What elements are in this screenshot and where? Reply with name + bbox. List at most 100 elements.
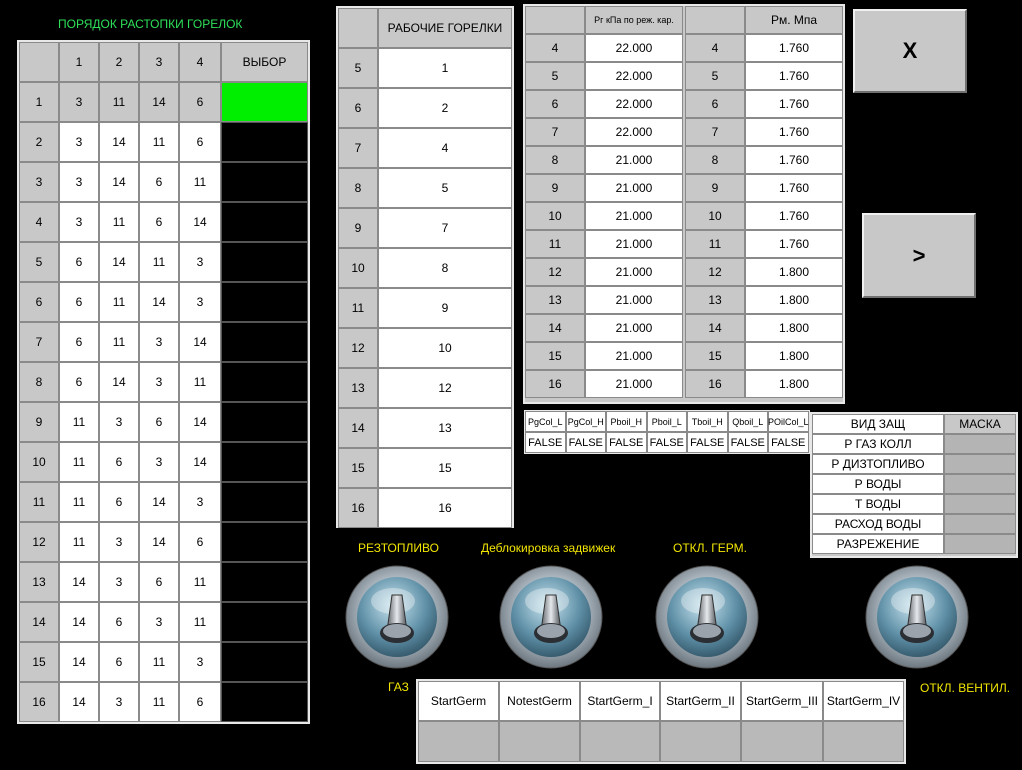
protection-mask-cell[interactable] bbox=[944, 454, 1016, 474]
start-germ-header: NotestGerm bbox=[499, 681, 580, 721]
select-cell-13[interactable] bbox=[221, 562, 308, 602]
firing-order-row-number: 3 bbox=[19, 162, 59, 202]
firing-order-cell: 6 bbox=[59, 242, 99, 282]
pm-value: 1.760 bbox=[745, 174, 843, 202]
pressure-row-number: 15 bbox=[685, 342, 745, 370]
select-cell-2[interactable] bbox=[221, 122, 308, 162]
protection-mask-cell[interactable] bbox=[944, 534, 1016, 554]
working-burners-header: РАБОЧИЕ ГОРЕЛКИ bbox=[378, 8, 512, 48]
pressure-row-number: 8 bbox=[525, 146, 585, 174]
protection-mask-cell[interactable] bbox=[944, 494, 1016, 514]
select-cell-15[interactable] bbox=[221, 642, 308, 682]
pressure-row-number: 14 bbox=[685, 314, 745, 342]
pressure-row-number: 16 bbox=[525, 370, 585, 398]
pressure-row-number: 6 bbox=[525, 90, 585, 118]
protection-type: РАСХОД ВОДЫ bbox=[812, 514, 944, 534]
pg-value: 21.000 bbox=[585, 286, 683, 314]
herm-off-switch[interactable] bbox=[655, 565, 759, 669]
firing-order-cell: 6 bbox=[99, 602, 139, 642]
start-germ-header: StartGerm bbox=[418, 681, 499, 721]
pressure-row-number: 12 bbox=[685, 258, 745, 286]
pressure-row-number: 12 bbox=[525, 258, 585, 286]
reserve-fuel-switch[interactable] bbox=[345, 565, 449, 669]
firing-order-cell: 11 bbox=[139, 642, 179, 682]
firing-order-cell: 11 bbox=[59, 402, 99, 442]
select-cell-6[interactable] bbox=[221, 282, 308, 322]
flag-header: PgCol_L bbox=[525, 411, 566, 432]
pressure-row-number: 8 bbox=[685, 146, 745, 174]
firing-order-cell: 11 bbox=[179, 362, 221, 402]
working-burner-cell: 5 bbox=[378, 168, 512, 208]
firing-order-cell: 3 bbox=[179, 482, 221, 522]
pg-value: 21.000 bbox=[585, 370, 683, 398]
select-cell-11[interactable] bbox=[221, 482, 308, 522]
start-germ-status-cell bbox=[580, 721, 660, 762]
pressure-row-number: 11 bbox=[685, 230, 745, 258]
protection-mask-cell[interactable] bbox=[944, 514, 1016, 534]
protection-type: Р ВОДЫ bbox=[812, 474, 944, 494]
select-cell-10[interactable] bbox=[221, 442, 308, 482]
pm-value: 1.760 bbox=[745, 230, 843, 258]
firing-order-row-number: 13 bbox=[19, 562, 59, 602]
pm-value: 1.800 bbox=[745, 258, 843, 286]
firing-order-col-header: 2 bbox=[99, 42, 139, 82]
firing-order-cell: 11 bbox=[179, 162, 221, 202]
select-cell-8[interactable] bbox=[221, 362, 308, 402]
pg-value: 22.000 bbox=[585, 90, 683, 118]
firing-order-cell: 14 bbox=[59, 642, 99, 682]
protection-mask-header: МАСКА bbox=[944, 414, 1016, 434]
select-cell-14[interactable] bbox=[221, 602, 308, 642]
firing-order-cell: 6 bbox=[59, 362, 99, 402]
firing-order-cell: 6 bbox=[179, 682, 221, 722]
select-cell-12[interactable] bbox=[221, 522, 308, 562]
select-cell-5[interactable] bbox=[221, 242, 308, 282]
next-button[interactable]: > bbox=[862, 213, 976, 298]
select-cell-3[interactable] bbox=[221, 162, 308, 202]
firing-order-cell: 3 bbox=[59, 202, 99, 242]
firing-order-cell: 14 bbox=[59, 682, 99, 722]
flag-header: Pboil_L bbox=[646, 411, 687, 432]
pm-value: 1.760 bbox=[745, 62, 843, 90]
pressure-row-number: 13 bbox=[685, 286, 745, 314]
working-burners-row-number: 13 bbox=[338, 368, 378, 408]
firing-order-cell: 11 bbox=[139, 242, 179, 282]
pressure-row-number: 9 bbox=[525, 174, 585, 202]
select-cell-16[interactable] bbox=[221, 682, 308, 722]
select-cell-4[interactable] bbox=[221, 202, 308, 242]
firing-order-cell: 3 bbox=[99, 522, 139, 562]
pressure-row-number: 7 bbox=[685, 118, 745, 146]
select-cell-7[interactable] bbox=[221, 322, 308, 362]
firing-order-cell: 11 bbox=[179, 602, 221, 642]
protection-mask-cell[interactable] bbox=[944, 474, 1016, 494]
select-cell-1[interactable] bbox=[221, 82, 308, 122]
working-burners-row-number: 12 bbox=[338, 328, 378, 368]
working-burners-row-number: 15 bbox=[338, 448, 378, 488]
protection-type-header: ВИД ЗАЩ bbox=[812, 414, 944, 434]
fan-off-switch[interactable] bbox=[865, 565, 969, 669]
unlock-valves-switch[interactable] bbox=[499, 565, 603, 669]
pressure-row-number: 7 bbox=[525, 118, 585, 146]
firing-order-cell: 11 bbox=[139, 682, 179, 722]
pressure-table: Рг кПа по реж. кар. Рм. Мпа 4 22.000 4 1.760 5… bbox=[523, 4, 845, 404]
firing-order-cell: 6 bbox=[139, 402, 179, 442]
working-burners-row-number: 10 bbox=[338, 248, 378, 288]
pm-value: 1.800 bbox=[745, 342, 843, 370]
protection-mask-cell[interactable] bbox=[944, 434, 1016, 454]
flag-value: FALSE bbox=[727, 432, 768, 453]
protection-table: ВИД ЗАЩ МАСКА Р ГАЗ КОЛЛ Р ДИЗТОПЛИВО Р ВОДЫ… bbox=[810, 412, 1018, 558]
pg-value: 21.000 bbox=[585, 230, 683, 258]
flag-header: PgCol_H bbox=[565, 411, 606, 432]
close-button[interactable]: X bbox=[853, 9, 967, 93]
reserve-fuel-label: РЕЗТОПЛИВО bbox=[358, 541, 439, 555]
flags-table: PgCol_L FALSE PgCol_H FALSE Pboil_H FALSE Pboi… bbox=[524, 410, 810, 454]
start-germ-header: StartGerm_IV bbox=[823, 681, 904, 721]
firing-order-cell: 3 bbox=[139, 322, 179, 362]
pm-value: 1.800 bbox=[745, 286, 843, 314]
rotary-knob-icon bbox=[655, 565, 759, 669]
protection-type: Р ДИЗТОПЛИВО bbox=[812, 454, 944, 474]
select-cell-9[interactable] bbox=[221, 402, 308, 442]
firing-order-cell: 11 bbox=[99, 202, 139, 242]
pg-value: 21.000 bbox=[585, 202, 683, 230]
firing-order-cell: 11 bbox=[59, 442, 99, 482]
firing-order-title: ПОРЯДОК РАСТОПКИ ГОРЕЛОК bbox=[58, 17, 243, 31]
